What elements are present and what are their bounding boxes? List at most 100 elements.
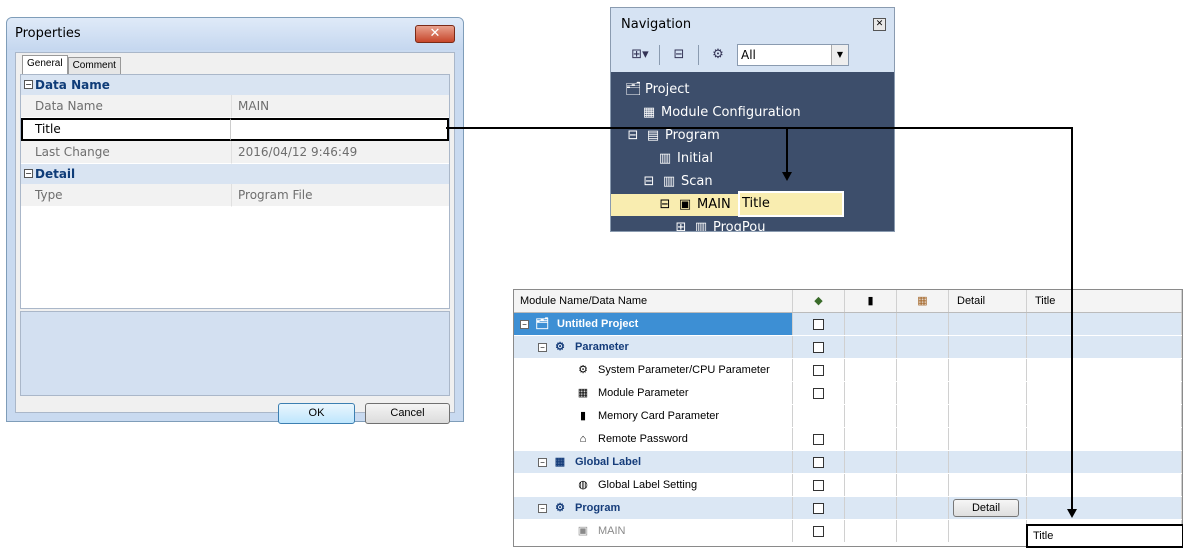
row-name-cell: ▣ MAIN [514, 520, 793, 542]
empty-cell [897, 405, 949, 427]
collapse-icon[interactable]: − [520, 319, 529, 329]
tree-expand-icon[interactable]: ⊞▾ [627, 44, 653, 66]
empty-cell [845, 336, 897, 358]
table-row[interactable]: ◍ Global Label Setting [514, 474, 1182, 497]
tree-item-label: Module Configuration [661, 105, 801, 120]
checkbox[interactable] [813, 502, 824, 514]
collapse-icon[interactable]: − [24, 169, 33, 178]
tree-item-progpou[interactable]: ⊞ ▥ ProgPou [673, 217, 766, 232]
tree-item-scan[interactable]: ⊟ ▥ Scan [641, 171, 713, 193]
checkbox[interactable] [813, 318, 824, 330]
table-row[interactable]: ▦ Module Parameter [514, 382, 1182, 405]
empty-cell [1027, 405, 1182, 427]
table-row[interactable]: − 🗂 Untitled Project [514, 313, 1182, 336]
remote-password-icon: ⌂ [579, 433, 587, 445]
tree-item-label: ProgPou [713, 220, 766, 232]
table-row[interactable]: ⌂ Remote Password [514, 428, 1182, 451]
empty-cell [1027, 382, 1182, 404]
property-row-last-change: Last Change 2016/04/12 9:46:49 [21, 141, 449, 164]
empty-cell [897, 382, 949, 404]
checkbox[interactable] [813, 341, 824, 353]
ok-button[interactable]: OK [278, 403, 355, 424]
row-name-cell: − ⚙ Parameter [514, 336, 793, 358]
row-check-cell [793, 359, 845, 381]
empty-cell [1027, 497, 1182, 519]
system-parameter-icon: ⚙ [578, 364, 588, 376]
table-row[interactable]: − ▦ Global Label [514, 451, 1182, 474]
connector-line [446, 127, 1072, 129]
table-row[interactable]: ▮ Memory Card Parameter [514, 405, 1182, 428]
filter-select[interactable]: All ▼ [737, 44, 849, 66]
close-icon[interactable]: ✕ [415, 25, 455, 43]
tab-comment[interactable]: Comment [67, 57, 121, 75]
row-label: Global Label Setting [598, 479, 698, 491]
row-label: Parameter [575, 341, 629, 353]
empty-cell [897, 336, 949, 358]
checkbox[interactable] [813, 364, 824, 376]
property-key: Data Name [21, 95, 231, 118]
navigation-title: Navigation [621, 17, 692, 32]
collapse-icon[interactable]: − [538, 503, 547, 513]
tree-item-label: Project [645, 82, 690, 97]
arrowhead-icon [1067, 509, 1077, 518]
category-detail[interactable]: − Detail [21, 164, 449, 184]
collapse-icon[interactable]: − [538, 342, 547, 352]
expand-icon[interactable]: ⊞ [673, 217, 689, 231]
detail-button[interactable]: Detail [953, 499, 1019, 517]
module-parameter-icon: ▦ [577, 387, 589, 399]
empty-cell [949, 520, 1027, 542]
gear-icon[interactable]: ⚙ [705, 44, 731, 66]
checkbox[interactable] [813, 387, 824, 399]
row-label: Memory Card Parameter [598, 410, 720, 422]
category-data-name[interactable]: − Data Name [21, 75, 449, 95]
row-check-cell [793, 497, 845, 519]
column-header-title[interactable]: Title [1027, 290, 1182, 312]
collapse-icon[interactable]: ⊟ [657, 194, 673, 216]
title-edit-box[interactable]: Title [738, 191, 844, 217]
empty-cell [949, 359, 1027, 381]
property-row-type: Type Program File [21, 184, 449, 207]
program-file-icon: ▣ [678, 197, 692, 212]
checkbox[interactable] [813, 479, 824, 491]
filter-value: All [741, 48, 756, 62]
empty-cell [793, 405, 845, 427]
collapse-icon[interactable]: − [538, 457, 547, 467]
checkbox[interactable] [813, 456, 824, 468]
empty-cell [897, 451, 949, 473]
collapse-icon[interactable]: − [24, 80, 33, 89]
property-row-title[interactable]: Title [21, 118, 449, 141]
row-label: System Parameter/CPU Parameter [598, 364, 770, 376]
program-file-icon: ▣ [577, 525, 589, 537]
checkbox[interactable] [813, 525, 824, 537]
tree-item-initial[interactable]: ▥ Initial [657, 148, 713, 170]
properties-title: Properties [15, 26, 81, 41]
row-name-cell: − 🗂 Untitled Project [514, 313, 793, 335]
property-row-data-name: Data Name MAIN [21, 95, 449, 118]
row-label: Global Label [575, 456, 642, 468]
tree-item-module-configuration[interactable]: ▦ Module Configuration [641, 102, 801, 124]
table-row[interactable]: ⚙ System Parameter/CPU Parameter [514, 359, 1182, 382]
program-icon: ⚙ [555, 502, 565, 514]
empty-cell [845, 520, 897, 542]
tree-item-project[interactable]: 🗂 Project [625, 79, 689, 101]
table-row[interactable]: − ⚙ Parameter [514, 336, 1182, 359]
table-row[interactable]: − ⚙ Program Detail [514, 497, 1182, 520]
row-name-cell: − ▦ Global Label [514, 451, 793, 473]
title-cell-input[interactable]: Title [1026, 524, 1183, 548]
property-value: Program File [231, 184, 449, 207]
column-header-detail[interactable]: Detail [949, 290, 1027, 312]
chevron-down-icon[interactable]: ▼ [831, 45, 848, 65]
collapse-icon[interactable]: ⊟ [641, 171, 657, 193]
cancel-button[interactable]: Cancel [365, 403, 450, 424]
title-input[interactable] [231, 118, 449, 141]
checkbox[interactable] [813, 433, 824, 445]
column-header-name[interactable]: Module Name/Data Name [514, 290, 793, 312]
tab-general[interactable]: General [22, 55, 68, 75]
memory-card-icon: ▮ [579, 410, 587, 422]
tree-collapse-icon[interactable]: ⊟ [666, 44, 692, 66]
module-data-table: Module Name/Data Name ◆ ▮ ▦ Detail Title… [513, 289, 1183, 548]
navigation-window: Navigation ✕ ⊞▾ ⊟ ⚙ All ▼ 🗂 Project ▦ Modu… [610, 7, 895, 232]
empty-cell [1027, 474, 1182, 496]
close-icon[interactable]: ✕ [873, 18, 886, 31]
empty-cell [949, 336, 1027, 358]
